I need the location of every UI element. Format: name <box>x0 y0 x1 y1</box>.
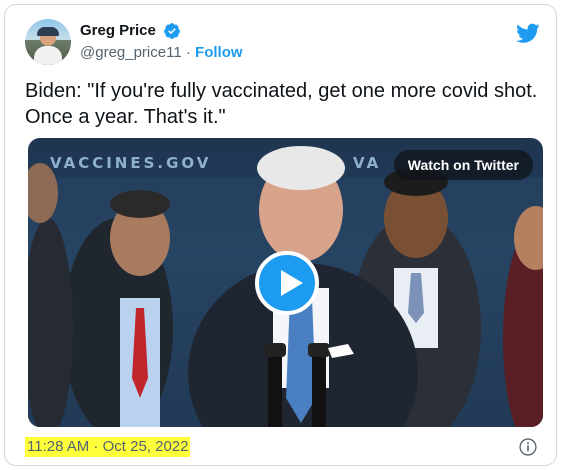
video-player[interactable]: VACCINES.GOV VA Watch on Twitter <box>28 138 543 427</box>
avatar-body <box>34 46 62 65</box>
tweet-header: Greg Price @greg_price11 · Follow <box>25 19 540 67</box>
play-button[interactable] <box>255 251 319 315</box>
follow-button[interactable]: Follow <box>195 44 243 61</box>
play-icon <box>281 270 303 296</box>
handle-separator: · <box>181 44 196 61</box>
author-info: Greg Price @greg_price11 · Follow <box>80 21 243 63</box>
avatar-cap <box>37 27 59 36</box>
info-icon[interactable] <box>518 437 538 457</box>
video-banner-text: VACCINES.GOV <box>50 154 212 172</box>
tweet-text: Biden: "If you're fully vaccinated, get … <box>25 80 538 128</box>
watch-on-twitter-button[interactable]: Watch on Twitter <box>393 150 533 180</box>
verified-badge-icon <box>164 23 181 39</box>
author-handle[interactable]: @greg_price11 <box>80 44 182 61</box>
twitter-bird-icon[interactable] <box>516 21 540 45</box>
author-display-name[interactable]: Greg Price <box>80 21 156 41</box>
avatar[interactable] <box>25 19 71 65</box>
author-handle-line: @greg_price11 · Follow <box>80 43 243 63</box>
video-banner-text-partial: VA <box>353 154 382 172</box>
tweet-timestamp[interactable]: 11:28 AM · Oct 25, 2022 <box>25 437 191 457</box>
tweet-card: Greg Price @greg_price11 · Follow Biden:… <box>4 4 557 466</box>
